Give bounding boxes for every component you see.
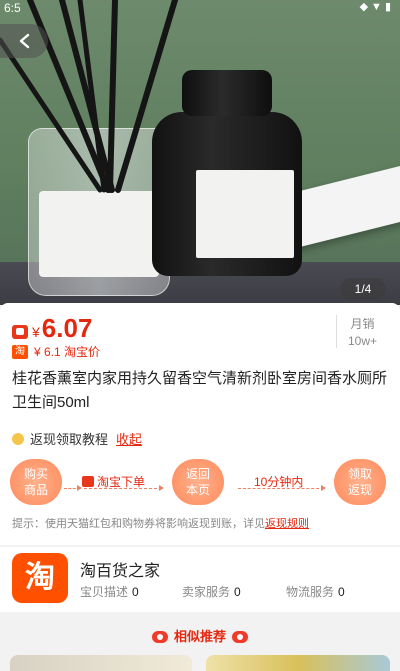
score-value: 0 (132, 585, 139, 599)
score-value: 0 (338, 585, 345, 599)
shop-name: 淘百货之家 (80, 563, 161, 580)
heart-icon (232, 631, 248, 643)
hero-reed-sticks (0, 0, 178, 193)
status-icons: ◆▼▮ (359, 1, 394, 13)
step-buy-goods: 购买 商品 (10, 459, 62, 505)
step-claim-cashback: 领取 返现 (334, 459, 386, 505)
recommendation-card[interactable] (206, 655, 390, 671)
score-label: 宝贝描述 (80, 585, 129, 599)
heart-icon (151, 631, 168, 643)
collapse-link[interactable]: 收起 (116, 429, 142, 448)
similar-title: 相似推荐 (146, 620, 254, 654)
tip-text: 提示：使用天猫红包和购物券将影响返现到账，详见 (12, 518, 265, 530)
similar-recommendations-header: 相似推荐 (0, 620, 400, 654)
price-currency: ¥ (32, 324, 40, 340)
coin-icon (12, 432, 24, 445)
product-image-carousel[interactable]: 6:5 ◆▼▮ 1/4 (0, 0, 400, 305)
score-label: 卖家服务 (182, 585, 231, 599)
original-price: ¥ 6.1 淘宝价 (34, 345, 101, 359)
step-buy-goods-label: 购买 商品 (23, 467, 48, 497)
tutorial-label: 返现领取教程 (30, 432, 109, 447)
step-return-page-label: 返回 本页 (185, 467, 210, 497)
recommendation-thumbnails (0, 655, 400, 671)
step-arrow (84, 485, 164, 491)
step-taobao-order-label: 淘宝下单 (97, 475, 146, 489)
price-row: ¥ 6.07 (12, 313, 92, 343)
recommendation-card[interactable] (10, 655, 192, 671)
product-detail-page: 6:5 ◆▼▮ 1/4 ¥ 6.07 月销 10w+ 淘 ¥ 6.1 淘宝价 桂… (0, 0, 400, 671)
score-label: 物流服务 (286, 585, 335, 599)
step-arrow (64, 485, 82, 491)
score-value: 0 (234, 585, 241, 599)
score-description: 宝贝描述 0 (80, 583, 139, 600)
original-price-row: 淘 ¥ 6.1 淘宝价 (12, 343, 100, 360)
taobao-badge-icon: 淘 (12, 344, 28, 359)
score-logistics: 物流服务 0 (286, 583, 345, 600)
product-info-card: ¥ 6.07 月销 10w+ 淘 ¥ 6.1 淘宝价 桂花香薰室内家用持久留香空… (0, 303, 400, 545)
image-counter: 1/4 (340, 278, 386, 300)
shop-card[interactable]: 淘 淘百货之家 宝贝描述 0 卖家服务 0 物流服务 0 (0, 547, 400, 612)
status-time: 6:5 (4, 1, 21, 15)
cashback-steps: 购买 商品 淘宝下单 返回 本页 10分钟内 领取 返现 (10, 459, 390, 509)
step-arrow (238, 485, 326, 491)
cashback-tutorial-row: 返现领取教程 收起 (12, 429, 142, 448)
step-return-page: 返回 本页 (172, 459, 224, 505)
status-bar: 6:5 ◆▼▮ (0, 0, 400, 16)
score-service: 卖家服务 0 (182, 583, 241, 600)
similar-title-label: 相似推荐 (173, 629, 226, 644)
step-claim-cashback-label: 领取 返现 (347, 467, 372, 497)
cashback-rules-link[interactable]: 返现规则 (265, 518, 309, 530)
product-title: 桂花香薰室内家用持久留香空气清新剂卧室房间香水厕所卫生间50ml (12, 370, 388, 411)
price: 6.07 (41, 313, 93, 343)
chevron-left-icon (19, 33, 30, 49)
tmall-mini-icon (82, 476, 94, 487)
monthly-sales: 月销 10w+ (336, 315, 388, 348)
sales-label: 月销 (350, 317, 375, 331)
sales-value: 10w+ (347, 334, 378, 348)
tmall-icon (12, 325, 28, 339)
back-button[interactable] (0, 24, 48, 58)
cashback-tip: 提示：使用天猫红包和购物券将影响返现到账，详见返现规则 (12, 515, 309, 531)
shop-logo: 淘 (12, 553, 68, 603)
